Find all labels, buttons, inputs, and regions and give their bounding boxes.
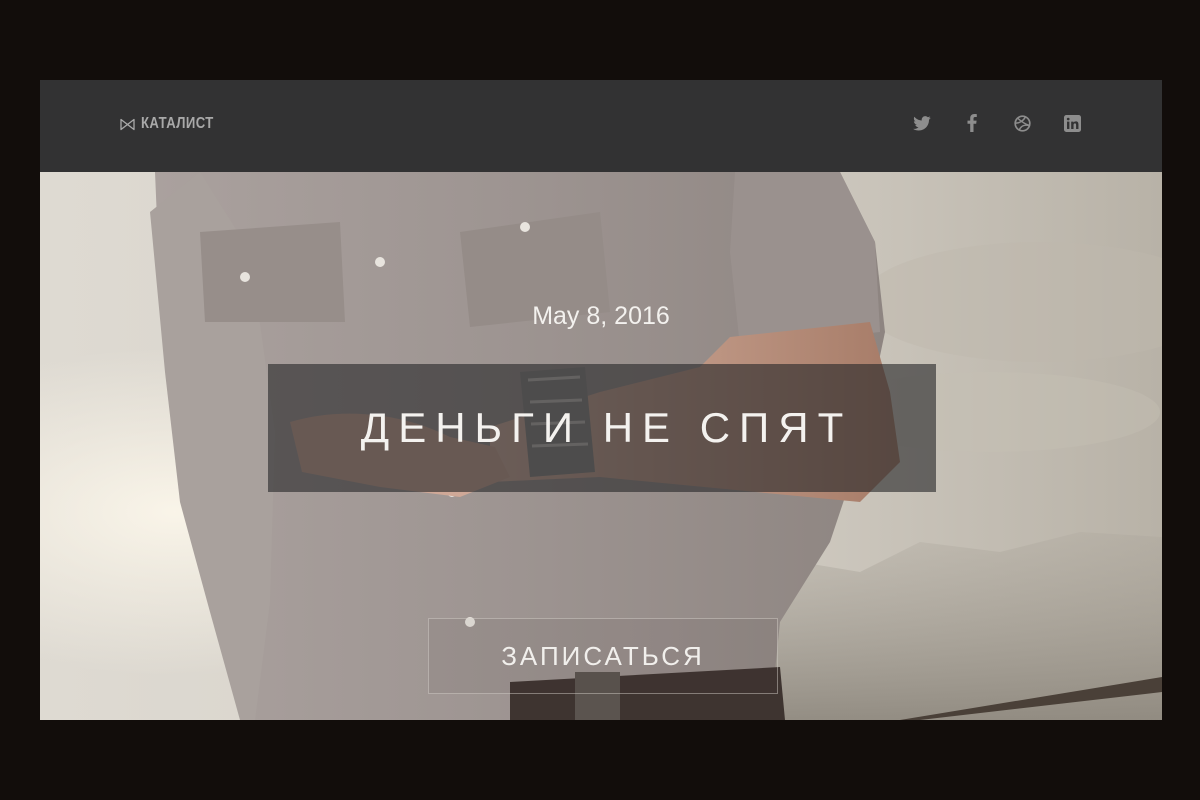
facebook-icon [967, 114, 977, 132]
dribbble-link[interactable] [1012, 113, 1032, 133]
twitter-link[interactable] [912, 113, 932, 133]
hero-section: May 8, 2016 ДЕНЬГИ НЕ СПЯТ ЗАПИСАТЬСЯ [40, 172, 1162, 720]
linkedin-icon [1063, 114, 1081, 132]
dribbble-icon [1013, 114, 1031, 132]
subscribe-button[interactable]: ЗАПИСАТЬСЯ [428, 618, 778, 694]
subscribe-button-label: ЗАПИСАТЬСЯ [501, 640, 705, 671]
brand-name: КАТАЛИСТ [141, 115, 214, 132]
hero-title: ДЕНЬГИ НЕ СПЯТ [360, 404, 853, 451]
social-links [912, 113, 1082, 133]
linkedin-link[interactable] [1062, 113, 1082, 133]
bowtie-icon [120, 118, 135, 130]
facebook-link[interactable] [962, 113, 982, 133]
brand-logo[interactable]: КАТАЛИСТ [120, 115, 230, 133]
header: КАТАЛИСТ [40, 80, 1162, 172]
landing-page: КАТАЛИСТ May 8, 2016 ДЕНЬГИ НЕ СПЯТ ЗАПИ… [40, 80, 1162, 720]
post-date: May 8, 2016 [532, 302, 670, 330]
twitter-icon [913, 115, 931, 130]
title-banner: ДЕНЬГИ НЕ СПЯТ [268, 364, 936, 492]
